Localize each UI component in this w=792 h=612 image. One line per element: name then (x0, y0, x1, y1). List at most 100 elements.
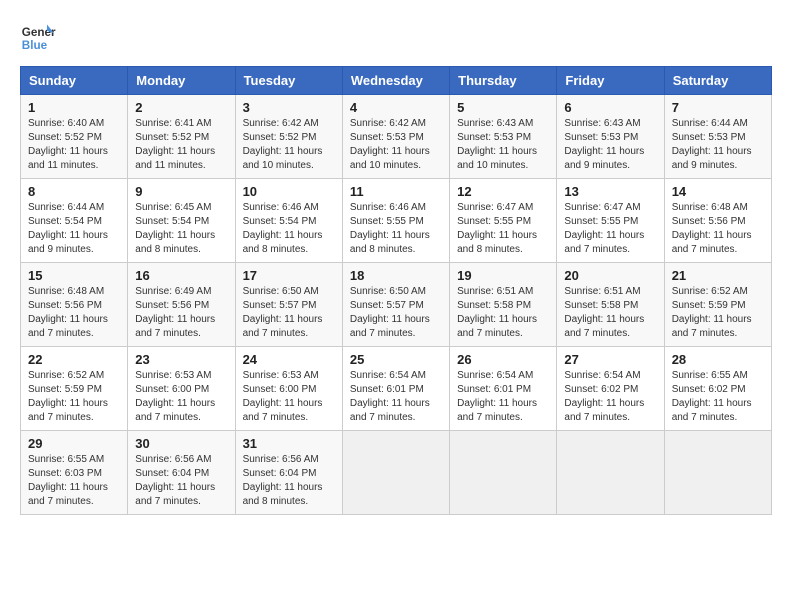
calendar-cell: 11 Sunrise: 6:46 AMSunset: 5:55 PMDayligh… (342, 179, 449, 263)
day-info: Sunrise: 6:40 AMSunset: 5:52 PMDaylight:… (28, 117, 120, 173)
day-info: Sunrise: 6:47 AMSunset: 5:55 PMDaylight:… (564, 201, 656, 257)
day-info: Sunrise: 6:56 AMSunset: 6:04 PMDaylight:… (135, 453, 227, 509)
column-header-saturday: Saturday (664, 67, 771, 95)
column-header-tuesday: Tuesday (235, 67, 342, 95)
column-header-wednesday: Wednesday (342, 67, 449, 95)
calendar-cell: 17 Sunrise: 6:50 AMSunset: 5:57 PMDayligh… (235, 263, 342, 347)
day-number: 20 (564, 268, 656, 283)
day-number: 26 (457, 352, 549, 367)
day-info: Sunrise: 6:41 AMSunset: 5:52 PMDaylight:… (135, 117, 227, 173)
calendar-cell: 25 Sunrise: 6:54 AMSunset: 6:01 PMDayligh… (342, 347, 449, 431)
day-info: Sunrise: 6:44 AMSunset: 5:53 PMDaylight:… (672, 117, 764, 173)
calendar-week-2: 8 Sunrise: 6:44 AMSunset: 5:54 PMDaylight… (21, 179, 772, 263)
calendar-cell: 5 Sunrise: 6:43 AMSunset: 5:53 PMDaylight… (450, 95, 557, 179)
calendar-cell: 30 Sunrise: 6:56 AMSunset: 6:04 PMDayligh… (128, 431, 235, 515)
day-number: 17 (243, 268, 335, 283)
day-number: 29 (28, 436, 120, 451)
calendar-cell: 19 Sunrise: 6:51 AMSunset: 5:58 PMDayligh… (450, 263, 557, 347)
day-info: Sunrise: 6:54 AMSunset: 6:01 PMDaylight:… (350, 369, 442, 425)
calendar-header: SundayMondayTuesdayWednesdayThursdayFrid… (21, 67, 772, 95)
day-info: Sunrise: 6:53 AMSunset: 6:00 PMDaylight:… (243, 369, 335, 425)
day-number: 7 (672, 100, 764, 115)
day-number: 13 (564, 184, 656, 199)
calendar-week-3: 15Sunrise: 6:48 AMSunset: 5:56 PMDayligh… (21, 263, 772, 347)
day-info: Sunrise: 6:55 AMSunset: 6:02 PMDaylight:… (672, 369, 764, 425)
day-number: 19 (457, 268, 549, 283)
column-header-monday: Monday (128, 67, 235, 95)
calendar-cell: 3 Sunrise: 6:42 AMSunset: 5:52 PMDaylight… (235, 95, 342, 179)
calendar-cell: 27 Sunrise: 6:54 AMSunset: 6:02 PMDayligh… (557, 347, 664, 431)
calendar-cell: 10 Sunrise: 6:46 AMSunset: 5:54 PMDayligh… (235, 179, 342, 263)
day-info: Sunrise: 6:53 AMSunset: 6:00 PMDaylight:… (135, 369, 227, 425)
day-number: 1 (28, 100, 120, 115)
calendar-cell: 21Sunrise: 6:52 AMSunset: 5:59 PMDayligh… (664, 263, 771, 347)
day-number: 9 (135, 184, 227, 199)
calendar-cell: 29Sunrise: 6:55 AMSunset: 6:03 PMDayligh… (21, 431, 128, 515)
day-info: Sunrise: 6:54 AMSunset: 6:02 PMDaylight:… (564, 369, 656, 425)
day-number: 30 (135, 436, 227, 451)
logo-icon: General Blue (20, 20, 56, 56)
day-info: Sunrise: 6:45 AMSunset: 5:54 PMDaylight:… (135, 201, 227, 257)
day-number: 16 (135, 268, 227, 283)
day-number: 23 (135, 352, 227, 367)
day-info: Sunrise: 6:51 AMSunset: 5:58 PMDaylight:… (457, 285, 549, 341)
day-info: Sunrise: 6:42 AMSunset: 5:53 PMDaylight:… (350, 117, 442, 173)
day-info: Sunrise: 6:48 AMSunset: 5:56 PMDaylight:… (672, 201, 764, 257)
svg-text:Blue: Blue (22, 39, 48, 52)
day-info: Sunrise: 6:50 AMSunset: 5:57 PMDaylight:… (350, 285, 442, 341)
calendar-cell: 18 Sunrise: 6:50 AMSunset: 5:57 PMDayligh… (342, 263, 449, 347)
day-number: 5 (457, 100, 549, 115)
day-info: Sunrise: 6:42 AMSunset: 5:52 PMDaylight:… (243, 117, 335, 173)
day-info: Sunrise: 6:43 AMSunset: 5:53 PMDaylight:… (457, 117, 549, 173)
day-info: Sunrise: 6:47 AMSunset: 5:55 PMDaylight:… (457, 201, 549, 257)
calendar-week-1: 1 Sunrise: 6:40 AMSunset: 5:52 PMDaylight… (21, 95, 772, 179)
calendar-cell: 20 Sunrise: 6:51 AMSunset: 5:58 PMDayligh… (557, 263, 664, 347)
column-header-thursday: Thursday (450, 67, 557, 95)
calendar-cell: 4 Sunrise: 6:42 AMSunset: 5:53 PMDaylight… (342, 95, 449, 179)
calendar-table: SundayMondayTuesdayWednesdayThursdayFrid… (20, 66, 772, 515)
day-info: Sunrise: 6:50 AMSunset: 5:57 PMDaylight:… (243, 285, 335, 341)
calendar-cell (557, 431, 664, 515)
calendar-cell: 13 Sunrise: 6:47 AMSunset: 5:55 PMDayligh… (557, 179, 664, 263)
day-number: 4 (350, 100, 442, 115)
day-number: 3 (243, 100, 335, 115)
day-number: 25 (350, 352, 442, 367)
calendar-cell: 2 Sunrise: 6:41 AMSunset: 5:52 PMDaylight… (128, 95, 235, 179)
day-info: Sunrise: 6:44 AMSunset: 5:54 PMDaylight:… (28, 201, 120, 257)
calendar-cell (342, 431, 449, 515)
day-info: Sunrise: 6:48 AMSunset: 5:56 PMDaylight:… (28, 285, 120, 341)
day-info: Sunrise: 6:56 AMSunset: 6:04 PMDaylight:… (243, 453, 335, 509)
day-number: 10 (243, 184, 335, 199)
day-info: Sunrise: 6:52 AMSunset: 5:59 PMDaylight:… (672, 285, 764, 341)
day-number: 11 (350, 184, 442, 199)
day-info: Sunrise: 6:52 AMSunset: 5:59 PMDaylight:… (28, 369, 120, 425)
day-number: 18 (350, 268, 442, 283)
calendar-week-4: 22Sunrise: 6:52 AMSunset: 5:59 PMDayligh… (21, 347, 772, 431)
day-info: Sunrise: 6:46 AMSunset: 5:54 PMDaylight:… (243, 201, 335, 257)
day-number: 6 (564, 100, 656, 115)
day-number: 27 (564, 352, 656, 367)
day-number: 2 (135, 100, 227, 115)
day-number: 8 (28, 184, 120, 199)
day-number: 28 (672, 352, 764, 367)
day-info: Sunrise: 6:49 AMSunset: 5:56 PMDaylight:… (135, 285, 227, 341)
calendar-cell: 31Sunrise: 6:56 AMSunset: 6:04 PMDayligh… (235, 431, 342, 515)
calendar-cell: 1 Sunrise: 6:40 AMSunset: 5:52 PMDaylight… (21, 95, 128, 179)
calendar-cell: 6 Sunrise: 6:43 AMSunset: 5:53 PMDaylight… (557, 95, 664, 179)
calendar-cell (450, 431, 557, 515)
day-number: 14 (672, 184, 764, 199)
calendar-cell: 7 Sunrise: 6:44 AMSunset: 5:53 PMDaylight… (664, 95, 771, 179)
calendar-cell (664, 431, 771, 515)
day-info: Sunrise: 6:43 AMSunset: 5:53 PMDaylight:… (564, 117, 656, 173)
calendar-cell: 12 Sunrise: 6:47 AMSunset: 5:55 PMDayligh… (450, 179, 557, 263)
calendar-week-5: 29Sunrise: 6:55 AMSunset: 6:03 PMDayligh… (21, 431, 772, 515)
day-info: Sunrise: 6:46 AMSunset: 5:55 PMDaylight:… (350, 201, 442, 257)
calendar-cell: 22Sunrise: 6:52 AMSunset: 5:59 PMDayligh… (21, 347, 128, 431)
day-number: 12 (457, 184, 549, 199)
day-info: Sunrise: 6:51 AMSunset: 5:58 PMDaylight:… (564, 285, 656, 341)
column-header-sunday: Sunday (21, 67, 128, 95)
svg-text:General: General (22, 26, 56, 39)
logo: General Blue (20, 20, 56, 56)
calendar-cell: 9 Sunrise: 6:45 AMSunset: 5:54 PMDaylight… (128, 179, 235, 263)
calendar-cell: 15Sunrise: 6:48 AMSunset: 5:56 PMDayligh… (21, 263, 128, 347)
